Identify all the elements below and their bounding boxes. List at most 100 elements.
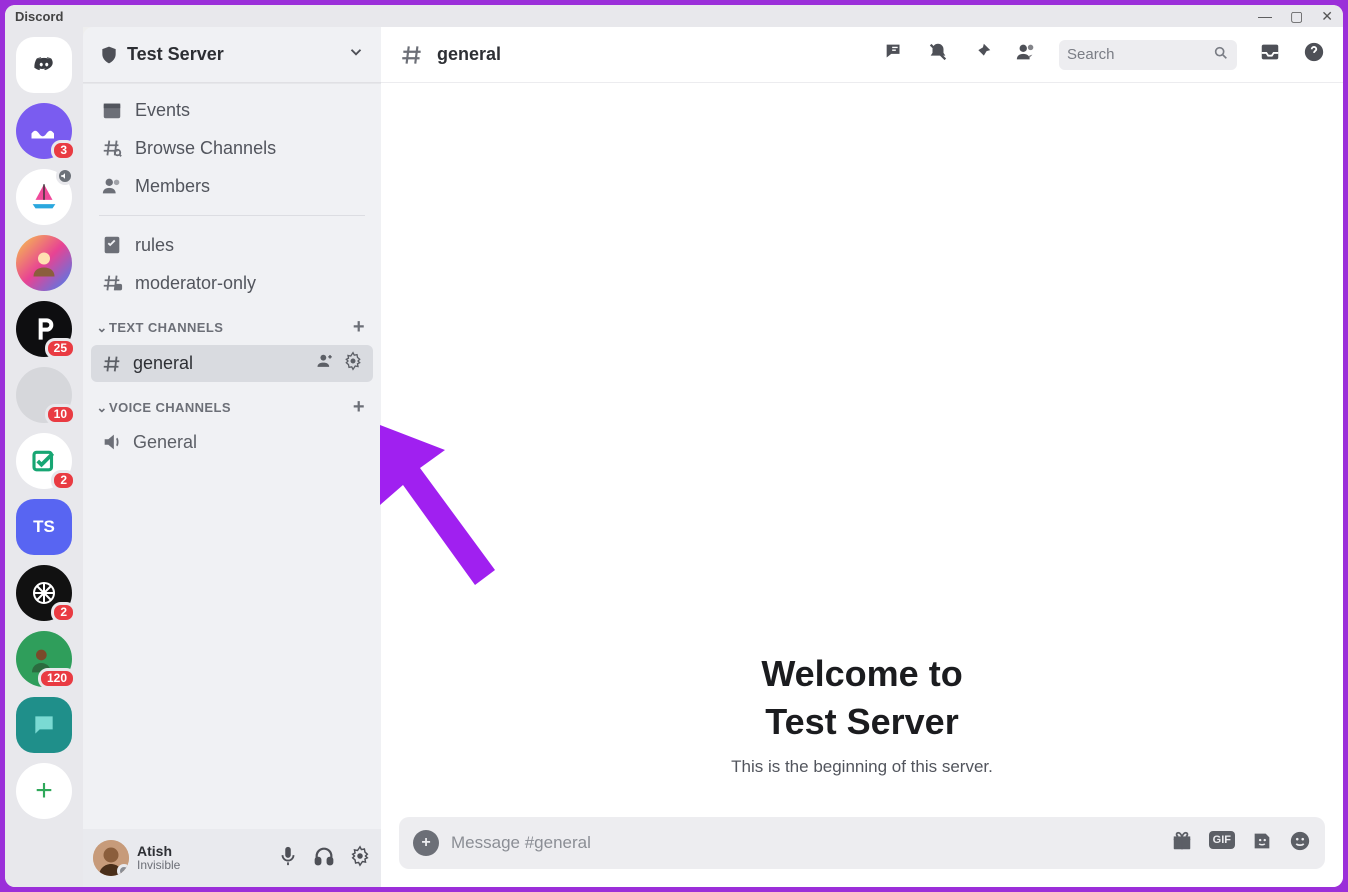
user-avatar[interactable]: [93, 840, 129, 876]
nav-members[interactable]: Members: [91, 167, 373, 205]
hash-search-icon: [101, 137, 123, 159]
search-input[interactable]: Search: [1059, 40, 1237, 70]
emoji-button[interactable]: [1289, 830, 1311, 857]
channel-label: rules: [135, 235, 174, 256]
close-button[interactable]: ✕: [1321, 9, 1333, 23]
discord-logo-icon: [33, 54, 55, 76]
server-item[interactable]: [16, 169, 72, 225]
user-controls: [277, 845, 371, 872]
composer-icons: GIF: [1171, 830, 1311, 857]
notifications-button[interactable]: [927, 41, 949, 68]
invite-people-icon[interactable]: [315, 351, 335, 376]
divider: [99, 215, 365, 216]
nav-label: Events: [135, 100, 190, 121]
minimize-button[interactable]: —: [1258, 9, 1272, 23]
category-label: TEXT CHANNELS: [109, 320, 223, 335]
threads-button[interactable]: [883, 41, 905, 68]
add-channel-button[interactable]: +: [349, 316, 369, 339]
chat-main: general Search: [381, 27, 1343, 887]
channel-label: moderator-only: [135, 273, 256, 294]
user-settings-button[interactable]: [349, 845, 371, 872]
server-item[interactable]: 2: [16, 565, 72, 621]
user-status: Invisible: [137, 859, 180, 873]
maximize-button[interactable]: ▢: [1290, 9, 1303, 23]
deafen-button[interactable]: [313, 845, 335, 872]
server-item[interactable]: 120: [16, 631, 72, 687]
channel-title: general: [437, 44, 501, 65]
help-button[interactable]: [1303, 41, 1325, 68]
window-title: Discord: [15, 9, 63, 24]
chat-icon: [31, 712, 57, 738]
nav-label: Browse Channels: [135, 138, 276, 159]
server-item[interactable]: 10: [16, 367, 72, 423]
category-text-channels[interactable]: ⌄ TEXT CHANNELS +: [91, 302, 373, 345]
calendar-icon: [101, 99, 123, 121]
chat-header: general Search: [381, 27, 1343, 83]
composer-placeholder: Message #general: [451, 833, 1159, 853]
gif-button[interactable]: GIF: [1209, 830, 1235, 857]
channel-label: general: [133, 353, 193, 374]
channel-rules[interactable]: rules: [91, 226, 373, 264]
speaker-icon: [101, 431, 123, 453]
user-info: Atish Invisible: [137, 843, 180, 873]
muted-icon: [56, 167, 74, 185]
add-channel-button[interactable]: +: [349, 396, 369, 419]
gift-button[interactable]: [1171, 830, 1193, 857]
shield-home-icon: [99, 45, 119, 65]
hash-icon: [399, 42, 425, 68]
chat-toolbar: Search: [883, 40, 1325, 70]
channel-list: Events Browse Channels Members rules: [83, 83, 381, 829]
welcome-block: Welcome to Test Server This is the begin…: [399, 650, 1325, 777]
channel-sidebar: Test Server Events Browse Channels: [83, 27, 381, 887]
pinned-messages-button[interactable]: [971, 41, 993, 68]
message-composer[interactable]: + Message #general GIF: [399, 817, 1325, 869]
nav-events[interactable]: Events: [91, 91, 373, 129]
sticker-button[interactable]: [1251, 830, 1273, 857]
welcome-subtitle: This is the beginning of this server.: [399, 757, 1325, 777]
window-controls: — ▢ ✕: [1258, 9, 1333, 23]
chevron-down-icon: ⌄: [95, 320, 109, 336]
server-item[interactable]: [16, 235, 72, 291]
mute-button[interactable]: [277, 845, 299, 872]
server-header-dropdown[interactable]: Test Server: [83, 27, 381, 83]
rules-icon: [101, 234, 123, 256]
search-icon: [1213, 45, 1229, 65]
channel-label: General: [133, 432, 197, 453]
server-home-button[interactable]: [16, 37, 72, 93]
server-item[interactable]: [16, 697, 72, 753]
notification-badge: 3: [51, 140, 76, 161]
category-voice-channels[interactable]: ⌄ VOICE CHANNELS +: [91, 382, 373, 425]
chat-body: Welcome to Test Server This is the begin…: [381, 83, 1343, 887]
welcome-title: Welcome to Test Server: [399, 650, 1325, 747]
server-item[interactable]: 3: [16, 103, 72, 159]
member-list-button[interactable]: [1015, 41, 1037, 68]
sailboat-icon: [27, 180, 61, 214]
nav-label: Members: [135, 176, 210, 197]
inbox-button[interactable]: [1259, 41, 1281, 68]
channel-moderator-only[interactable]: moderator-only: [91, 264, 373, 302]
server-initials: TS: [33, 517, 55, 537]
status-indicator-icon: [117, 864, 129, 876]
members-icon: [101, 175, 123, 197]
hash-icon: [101, 353, 123, 375]
user-name: Atish: [137, 843, 180, 859]
server-item[interactable]: 25: [16, 301, 72, 357]
channel-general[interactable]: general: [91, 345, 373, 382]
attach-button[interactable]: +: [413, 830, 439, 856]
search-placeholder: Search: [1067, 46, 1115, 63]
nav-browse-channels[interactable]: Browse Channels: [91, 129, 373, 167]
user-panel[interactable]: Atish Invisible: [83, 829, 381, 887]
voice-channel-general[interactable]: General: [91, 425, 373, 459]
notification-badge: 10: [45, 404, 76, 425]
add-server-button[interactable]: +: [16, 763, 72, 819]
category-label: VOICE CHANNELS: [109, 400, 231, 415]
chevron-down-icon: [347, 43, 365, 66]
avatar-icon: [26, 245, 62, 281]
hash-lock-icon: [101, 272, 123, 294]
server-item[interactable]: TS: [16, 499, 72, 555]
window-titlebar: Discord — ▢ ✕: [5, 5, 1343, 27]
server-name: Test Server: [127, 44, 224, 65]
notification-badge: 2: [51, 470, 76, 491]
server-item[interactable]: 2: [16, 433, 72, 489]
channel-settings-icon[interactable]: [343, 351, 363, 376]
